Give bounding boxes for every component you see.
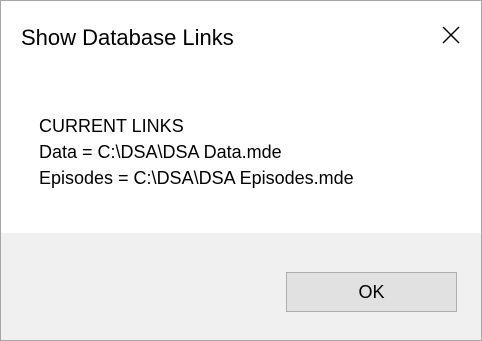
close-icon <box>442 26 460 44</box>
close-button[interactable] <box>429 15 473 55</box>
message-dialog: Show Database Links CURRENT LINKS Data =… <box>0 0 482 341</box>
title-bar[interactable]: Show Database Links <box>1 1 481 81</box>
message-text: CURRENT LINKS Data = C:\DSA\DSA Data.mde… <box>39 113 354 191</box>
message-line-episodes: Episodes = C:\DSA\DSA Episodes.mde <box>39 168 354 188</box>
message-heading: CURRENT LINKS <box>39 116 184 136</box>
dialog-content: CURRENT LINKS Data = C:\DSA\DSA Data.mde… <box>1 81 481 233</box>
dialog-footer: OK <box>1 233 481 340</box>
message-line-data: Data = C:\DSA\DSA Data.mde <box>39 142 282 162</box>
dialog-title: Show Database Links <box>21 25 234 50</box>
ok-button[interactable]: OK <box>286 272 457 312</box>
